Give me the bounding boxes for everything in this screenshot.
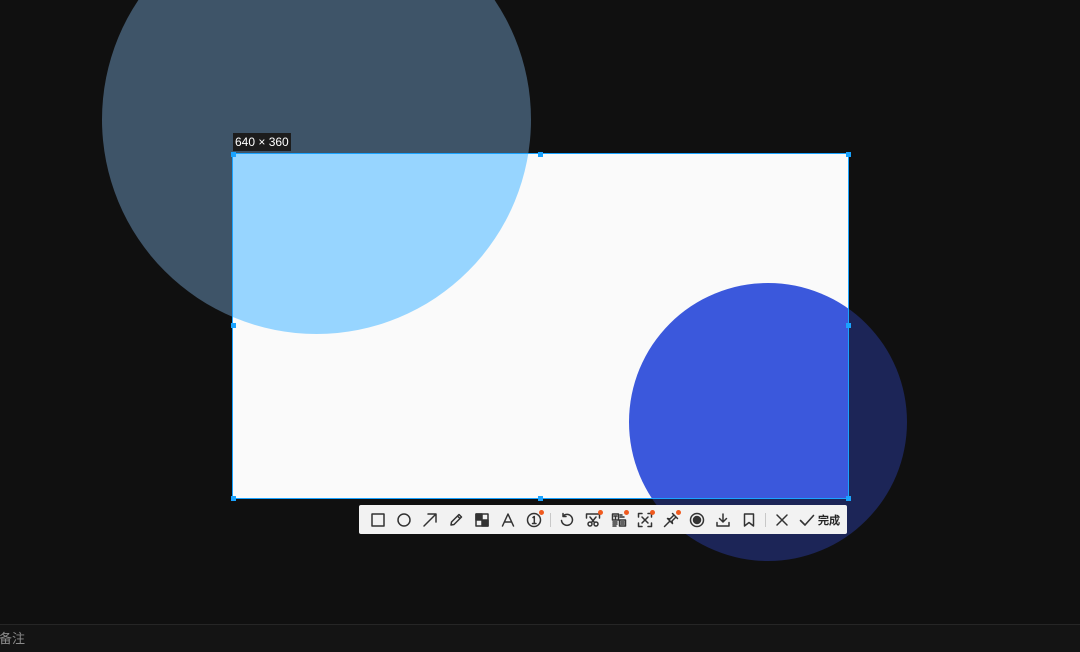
scan-button[interactable] xyxy=(632,508,658,532)
cancel-button[interactable] xyxy=(769,508,795,532)
text-icon xyxy=(501,512,515,527)
toolbar-divider xyxy=(765,512,766,527)
selected-circle-top xyxy=(233,154,531,334)
ocr-button[interactable] xyxy=(606,508,632,532)
bottom-note-bar: 备注 xyxy=(0,624,1080,652)
undo-button[interactable] xyxy=(554,508,580,532)
ellipse-tool-button[interactable] xyxy=(391,508,417,532)
download-button[interactable] xyxy=(710,508,736,532)
selection-size-label: 640 × 360 xyxy=(233,133,291,151)
done-label: 完成 xyxy=(818,514,840,527)
text-tool-button[interactable] xyxy=(495,508,521,532)
rectangle-tool-button[interactable] xyxy=(365,508,391,532)
done-button[interactable]: 完成 xyxy=(795,508,844,532)
resize-handle-bottom-right[interactable] xyxy=(846,496,851,501)
new-feature-badge xyxy=(650,509,655,515)
new-feature-badge xyxy=(624,509,629,515)
new-feature-badge xyxy=(598,509,603,515)
download-icon xyxy=(716,512,730,527)
bookmark-icon xyxy=(743,512,755,527)
new-feature-badge xyxy=(676,509,681,515)
pin-button[interactable] xyxy=(658,508,684,532)
bookmark-button[interactable] xyxy=(736,508,762,532)
resize-handle-top-left[interactable] xyxy=(231,152,236,157)
close-icon xyxy=(776,513,788,526)
note-label: 备注 xyxy=(0,631,26,646)
ellipse-icon xyxy=(397,512,411,527)
arrow-icon xyxy=(423,512,437,527)
new-feature-badge xyxy=(539,509,544,515)
resize-handle-bottom-left[interactable] xyxy=(231,496,236,501)
annotation-toolbar: 完成 xyxy=(359,505,847,534)
undo-icon xyxy=(560,512,574,526)
record-button[interactable] xyxy=(684,508,710,532)
screenshot-canvas[interactable]: 640 × 360 完成 xyxy=(0,0,1080,624)
mosaic-icon xyxy=(475,512,489,527)
number-marker-tool-button[interactable] xyxy=(521,508,547,532)
resize-handle-right[interactable] xyxy=(846,323,851,328)
mosaic-tool-button[interactable] xyxy=(469,508,495,532)
selected-circle-bottom xyxy=(629,283,848,498)
resize-handle-left[interactable] xyxy=(231,323,236,328)
selection-region[interactable] xyxy=(233,154,848,498)
record-icon xyxy=(689,512,705,527)
arrow-tool-button[interactable] xyxy=(417,508,443,532)
long-screenshot-button[interactable] xyxy=(580,508,606,532)
resize-handle-bottom[interactable] xyxy=(538,496,543,501)
pencil-icon xyxy=(450,513,463,526)
resize-handle-top-right[interactable] xyxy=(846,152,851,157)
resize-handle-top[interactable] xyxy=(538,152,543,157)
rectangle-icon xyxy=(371,512,385,527)
toolbar-divider xyxy=(550,512,551,527)
check-icon xyxy=(799,514,815,526)
pencil-tool-button[interactable] xyxy=(443,508,469,532)
